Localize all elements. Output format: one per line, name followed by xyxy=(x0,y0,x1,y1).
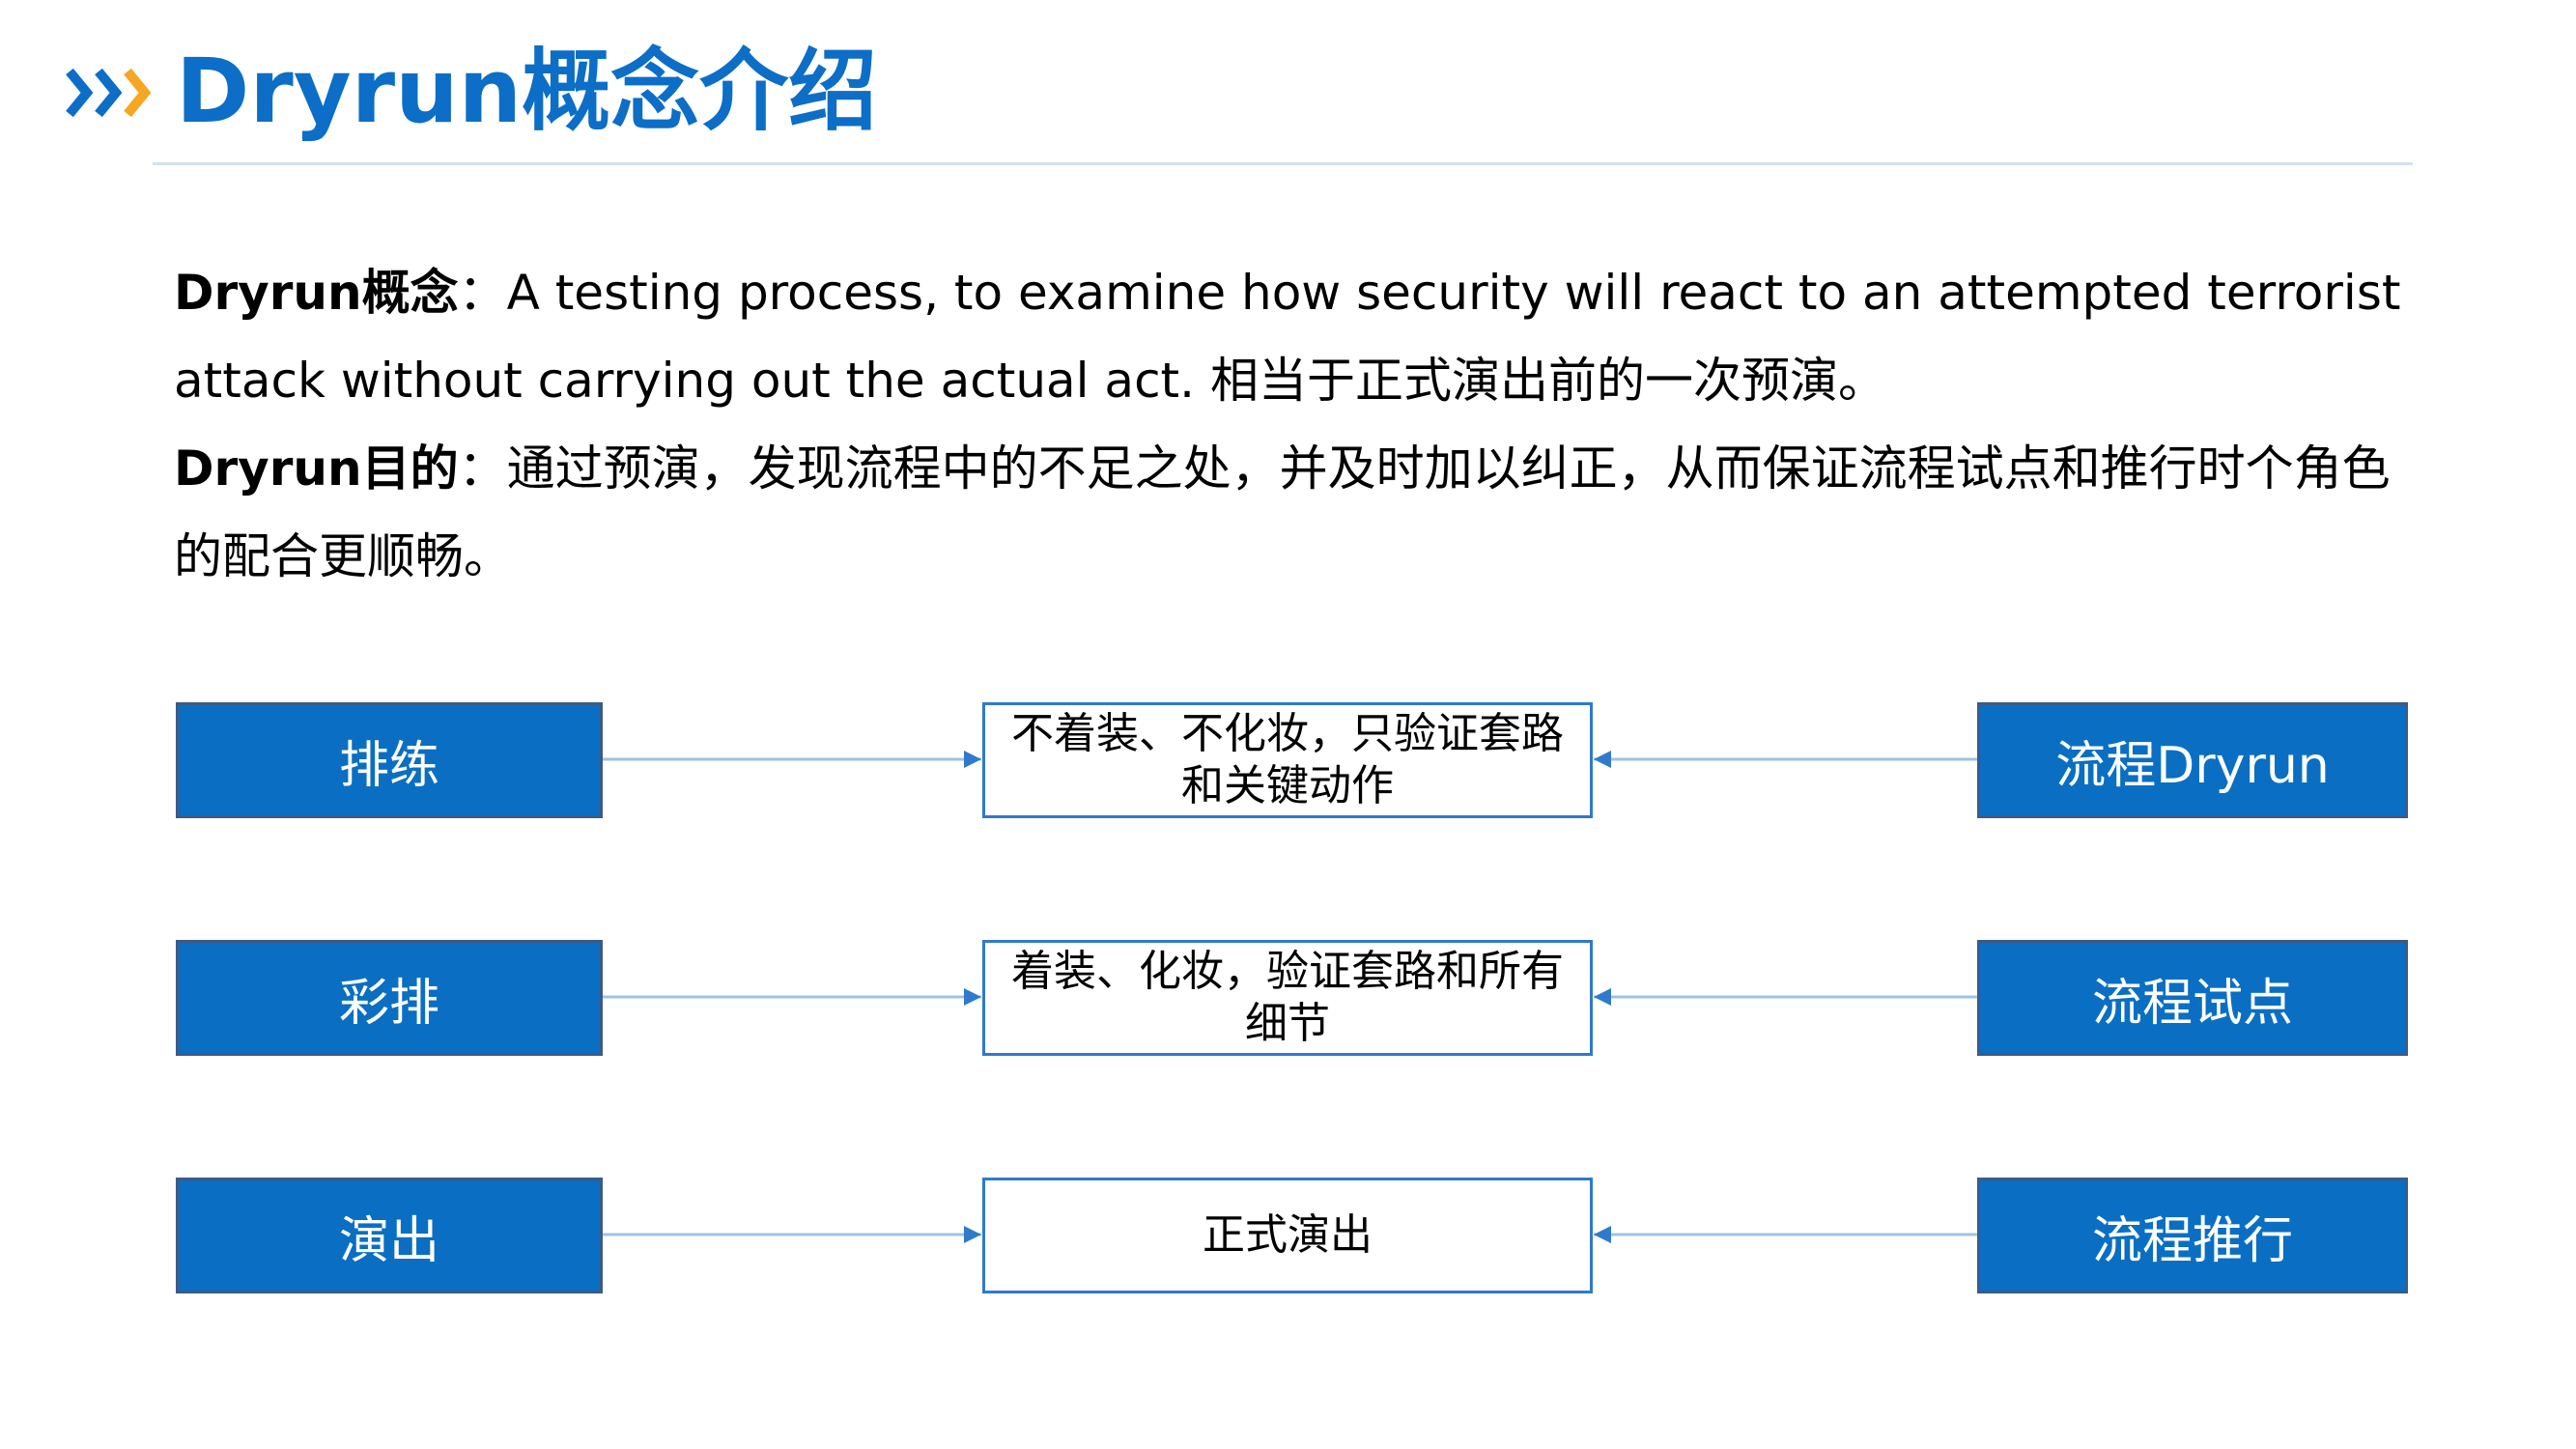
description-line: 和关键动作 xyxy=(1181,761,1394,810)
stage-description-box: 不着装、不化妆，只验证套路 和关键动作 xyxy=(982,702,1593,818)
description-line: 不着装、不化妆，只验证套路 xyxy=(1011,709,1564,758)
stage-box-rehearsal: 排练 xyxy=(176,702,603,818)
stage-box-dress-rehearsal: 彩排 xyxy=(176,940,603,1056)
stage-description-box: 正式演出 xyxy=(982,1178,1593,1293)
process-box-rollout: 流程推行 xyxy=(1977,1178,2408,1293)
stage-description-box: 着装、化妆，验证套路和所有 细节 xyxy=(982,940,1593,1056)
process-box-dryrun: 流程Dryrun xyxy=(1977,702,2408,818)
description-line: 正式演出 xyxy=(1203,1210,1373,1260)
description-line: 着装、化妆，验证套路和所有 xyxy=(1011,947,1564,996)
process-box-pilot: 流程试点 xyxy=(1977,940,2408,1056)
stage-box-performance: 演出 xyxy=(176,1178,603,1293)
description-line: 细节 xyxy=(1245,999,1330,1048)
